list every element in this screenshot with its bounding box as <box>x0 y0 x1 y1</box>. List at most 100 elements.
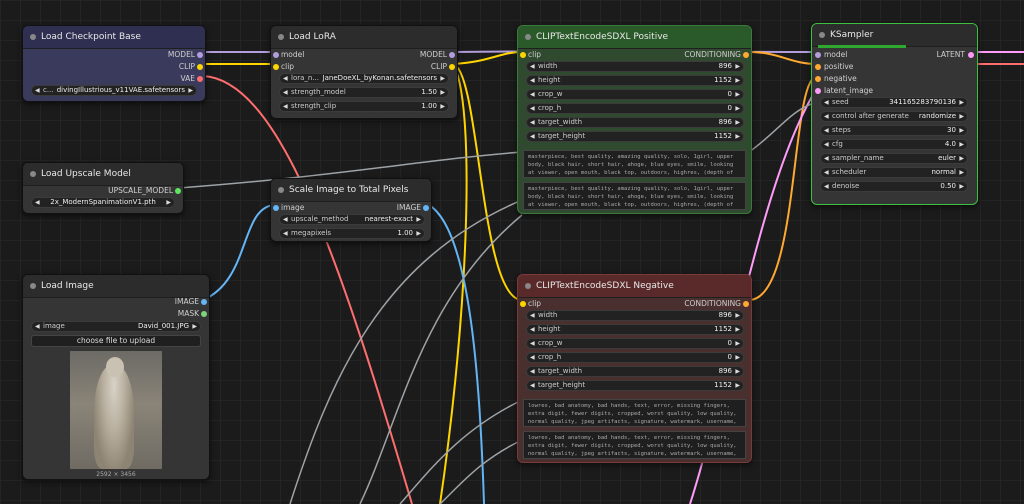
input-negative-socket[interactable] <box>815 76 821 82</box>
output-latent-socket[interactable] <box>968 52 974 58</box>
arrow-right-icon[interactable]: ▶ <box>440 74 445 83</box>
arrow-left-icon[interactable]: ◀ <box>824 126 829 135</box>
arrow-left-icon[interactable]: ◀ <box>283 102 288 111</box>
arrow-right-icon[interactable]: ▶ <box>735 118 740 127</box>
output-clip-socket[interactable] <box>449 64 455 70</box>
output-vae-socket[interactable] <box>197 76 203 82</box>
arrow-left-icon[interactable]: ◀ <box>35 86 40 95</box>
denoise-number[interactable]: ◀ denoise 0.50 ▶ <box>820 181 968 192</box>
arrow-left-icon[interactable]: ◀ <box>530 76 535 85</box>
arrow-left-icon[interactable]: ◀ <box>530 132 535 141</box>
arrow-right-icon[interactable]: ▶ <box>735 76 740 85</box>
node-load-checkpoint[interactable]: Load Checkpoint Base MODEL CLIP VAE ◀ c..… <box>22 25 206 102</box>
input-model-socket[interactable] <box>273 52 279 58</box>
arrow-right-icon[interactable]: ▶ <box>440 88 445 97</box>
arrow-right-icon[interactable]: ▶ <box>959 98 964 107</box>
target-height-number[interactable]: ◀ target_height 1152 ▶ <box>526 380 744 391</box>
input-image-socket[interactable] <box>273 205 279 211</box>
arrow-right-icon[interactable]: ▶ <box>735 325 740 334</box>
scheduler-combo[interactable]: ◀ scheduler normal ▶ <box>820 167 968 178</box>
collapse-dot-icon[interactable] <box>30 171 36 177</box>
arrow-right-icon[interactable]: ▶ <box>959 112 964 121</box>
arrow-right-icon[interactable]: ▶ <box>735 62 740 71</box>
node-title-bar[interactable]: Load Image <box>23 275 209 298</box>
collapse-dot-icon[interactable] <box>30 283 36 289</box>
upload-button[interactable]: choose file to upload <box>31 335 201 347</box>
arrow-left-icon[interactable]: ◀ <box>530 353 535 362</box>
text-l-textarea[interactable]: masterpiece, best quality, amazing quali… <box>523 182 746 210</box>
arrow-right-icon[interactable]: ▶ <box>188 86 193 95</box>
arrow-left-icon[interactable]: ◀ <box>530 118 535 127</box>
sampler-name-combo[interactable]: ◀ sampler_name euler ▶ <box>820 153 968 164</box>
upscale-method-combo[interactable]: ◀ upscale_method nearest-exact ▶ <box>279 214 425 225</box>
arrow-left-icon[interactable]: ◀ <box>824 140 829 149</box>
arrow-left-icon[interactable]: ◀ <box>530 325 535 334</box>
node-load-upscale-model[interactable]: Load Upscale Model UPSCALE_MODEL ◀ 2x_Mod… <box>22 162 184 214</box>
arrow-right-icon[interactable]: ▶ <box>959 182 964 191</box>
node-scale-image[interactable]: Scale Image to Total Pixels image IMAGE … <box>270 178 432 242</box>
target-height-number[interactable]: ◀ target_height 1152 ▶ <box>526 131 744 142</box>
node-title-bar[interactable]: Load LoRA <box>271 26 457 49</box>
output-upscale-model-socket[interactable] <box>175 188 181 194</box>
arrow-right-icon[interactable]: ▶ <box>735 311 740 320</box>
arrow-left-icon[interactable]: ◀ <box>530 62 535 71</box>
strength-clip-number[interactable]: ◀ strength_clip 1.00 ▶ <box>279 101 449 112</box>
arrow-left-icon[interactable]: ◀ <box>824 182 829 191</box>
node-ksampler[interactable]: KSampler model positive negative latent_… <box>811 23 978 205</box>
height-number[interactable]: ◀ height 1152 ▶ <box>526 75 744 86</box>
arrow-right-icon[interactable]: ▶ <box>959 140 964 149</box>
crop-w-number[interactable]: ◀ crop_w 0 ▶ <box>526 338 744 349</box>
collapse-dot-icon[interactable] <box>525 34 531 40</box>
arrow-left-icon[interactable]: ◀ <box>283 215 288 224</box>
node-title-bar[interactable]: CLIPTextEncodeSDXL Positive <box>518 26 751 49</box>
arrow-left-icon[interactable]: ◀ <box>824 154 829 163</box>
cfg-number[interactable]: ◀ cfg 4.0 ▶ <box>820 139 968 150</box>
output-mask-socket[interactable] <box>201 311 207 317</box>
node-clip-positive[interactable]: CLIPTextEncodeSDXL Positive clip CONDITI… <box>517 25 752 214</box>
arrow-left-icon[interactable]: ◀ <box>824 168 829 177</box>
megapixels-number[interactable]: ◀ megapixels 1.00 ▶ <box>279 228 425 239</box>
arrow-left-icon[interactable]: ◀ <box>283 88 288 97</box>
output-model-socket[interactable] <box>449 52 455 58</box>
arrow-right-icon[interactable]: ▶ <box>735 339 740 348</box>
crop-h-number[interactable]: ◀ crop_h 0 ▶ <box>526 352 744 363</box>
control-after-generate-combo[interactable]: ◀ control after generate randomize ▶ <box>820 111 968 122</box>
seed-number[interactable]: ◀ seed 341165283790136 ▶ <box>820 97 968 108</box>
strength-model-number[interactable]: ◀ strength_model 1.50 ▶ <box>279 87 449 98</box>
arrow-left-icon[interactable]: ◀ <box>824 98 829 107</box>
node-title-bar[interactable]: CLIPTextEncodeSDXL Negative <box>518 275 751 298</box>
arrow-right-icon[interactable]: ▶ <box>166 198 171 207</box>
output-image-socket[interactable] <box>201 299 207 305</box>
collapse-dot-icon[interactable] <box>30 34 36 40</box>
input-clip-socket[interactable] <box>273 64 279 70</box>
arrow-left-icon[interactable]: ◀ <box>530 339 535 348</box>
input-latent-socket[interactable] <box>815 88 821 94</box>
height-number[interactable]: ◀ height 1152 ▶ <box>526 324 744 335</box>
target-width-number[interactable]: ◀ target_width 896 ▶ <box>526 117 744 128</box>
arrow-left-icon[interactable]: ◀ <box>530 90 535 99</box>
text-g-textarea[interactable]: masterpiece, best quality, amazing quali… <box>523 150 746 178</box>
arrow-right-icon[interactable]: ▶ <box>735 132 740 141</box>
collapse-dot-icon[interactable] <box>525 283 531 289</box>
node-title-bar[interactable]: Load Checkpoint Base <box>23 26 205 49</box>
arrow-right-icon[interactable]: ▶ <box>440 102 445 111</box>
crop-w-number[interactable]: ◀ crop_w 0 ▶ <box>526 89 744 100</box>
arrow-left-icon[interactable]: ◀ <box>283 74 288 83</box>
ckpt-name-combo[interactable]: ◀ c... divingIllustrious_v11VAE.safetenso… <box>31 85 197 96</box>
model-name-combo[interactable]: ◀ 2x_ModernSpanimationV1.pth ▶ <box>31 197 175 208</box>
input-clip-socket[interactable] <box>520 301 526 307</box>
steps-number[interactable]: ◀ steps 30 ▶ <box>820 125 968 136</box>
text-l-textarea[interactable]: lowres, bad anatomy, bad hands, text, er… <box>523 431 746 459</box>
output-clip-socket[interactable] <box>197 64 203 70</box>
arrow-right-icon[interactable]: ▶ <box>735 353 740 362</box>
arrow-right-icon[interactable]: ▶ <box>416 229 421 238</box>
arrow-right-icon[interactable]: ▶ <box>192 322 197 331</box>
arrow-right-icon[interactable]: ▶ <box>735 104 740 113</box>
input-model-socket[interactable] <box>815 52 821 58</box>
arrow-left-icon[interactable]: ◀ <box>283 229 288 238</box>
node-load-lora[interactable]: Load LoRA model clip MODEL CLIP ◀ lora_n.… <box>270 25 458 119</box>
arrow-left-icon[interactable]: ◀ <box>530 381 535 390</box>
target-width-number[interactable]: ◀ target_width 896 ▶ <box>526 366 744 377</box>
arrow-right-icon[interactable]: ▶ <box>959 126 964 135</box>
arrow-right-icon[interactable]: ▶ <box>959 168 964 177</box>
